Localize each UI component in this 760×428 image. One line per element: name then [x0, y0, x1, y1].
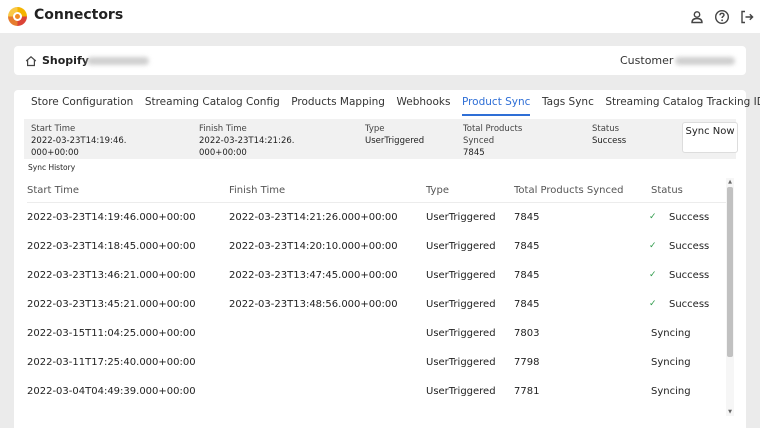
check-icon: ✓	[649, 212, 657, 222]
summary-status: Status Success	[592, 123, 652, 147]
summary-total-value: 7845	[463, 148, 485, 158]
column-header-type: Type	[426, 185, 449, 196]
row-type: UserTriggered	[426, 386, 496, 397]
table-row[interactable]: 2022-03-23T14:18:45.000+00:00 2022-03-23…	[27, 233, 727, 262]
scroll-down-arrow-icon[interactable]: ▼	[726, 408, 734, 416]
summary-type-label: Type	[365, 124, 385, 134]
summary-start-time: Start Time 2022-03-23T14:19:46.000+00:00	[31, 123, 151, 159]
summary-status-value: Success	[592, 136, 627, 146]
latest-sync-summary: Start Time 2022-03-23T14:19:46.000+00:00…	[24, 119, 738, 159]
row-status: Success	[669, 212, 710, 223]
row-status: Success	[669, 299, 710, 310]
row-status: Success	[669, 241, 710, 252]
row-total: 7845	[514, 299, 540, 310]
summary-type-value: UserTriggered	[365, 136, 425, 146]
row-start-time: 2022-03-11T17:25:40.000+00:00	[27, 357, 196, 368]
app-title: Connectors	[34, 7, 124, 23]
check-icon: ✓	[649, 270, 657, 280]
tab-streaming-catalog-tracking-ids[interactable]: Streaming Catalog Tracking ID's	[605, 96, 760, 116]
row-status: Syncing	[651, 357, 691, 368]
home-icon[interactable]	[25, 55, 37, 67]
row-type: UserTriggered	[426, 328, 496, 339]
table-row[interactable]: 2022-03-23T14:19:46.000+00:00 2022-03-23…	[27, 204, 727, 233]
check-icon: ✓	[649, 299, 657, 309]
row-start-time: 2022-03-23T13:45:21.000+00:00	[27, 299, 196, 310]
summary-status-label: Status	[592, 124, 620, 134]
redacted-store-id	[87, 57, 149, 65]
sync-history-label: Sync History	[28, 163, 76, 172]
summary-finish-time-value: 2022-03-23T14:21:26.000+00:00	[199, 136, 295, 158]
table-scrollbar[interactable]: ▲ ▼	[726, 178, 734, 416]
check-icon: ✓	[649, 241, 657, 251]
row-start-time: 2022-03-15T11:04:25.000+00:00	[27, 328, 196, 339]
table-header: Start Time Finish Time Type Total Produc…	[27, 176, 727, 203]
row-type: UserTriggered	[426, 241, 496, 252]
scroll-up-arrow-icon[interactable]: ▲	[726, 178, 734, 186]
tab-bar: Store Configuration Streaming Catalog Co…	[31, 96, 760, 116]
customer-label: Customer	[620, 54, 674, 67]
row-start-time: 2022-03-23T14:19:46.000+00:00	[27, 212, 196, 223]
column-header-status: Status	[651, 185, 683, 196]
table-row[interactable]: 2022-03-23T13:45:21.000+00:00 2022-03-23…	[27, 291, 727, 320]
row-total: 7781	[514, 386, 540, 397]
row-status: Syncing	[651, 386, 691, 397]
summary-finish-time-label: Finish Time	[199, 124, 247, 134]
column-header-total: Total Products Synced	[514, 185, 624, 196]
tab-streaming-catalog-config[interactable]: Streaming Catalog Config	[145, 96, 280, 116]
store-header: Shopify Customer	[14, 46, 746, 75]
row-total: 7845	[514, 212, 540, 223]
summary-start-time-value: 2022-03-23T14:19:46.000+00:00	[31, 136, 127, 158]
table-row[interactable]: 2022-03-04T04:49:39.000+00:00 UserTrigge…	[27, 378, 727, 407]
row-total: 7798	[514, 357, 540, 368]
row-status: Success	[669, 270, 710, 281]
row-finish-time: 2022-03-23T13:47:45.000+00:00	[229, 270, 398, 281]
sync-now-button[interactable]: Sync Now	[682, 122, 738, 153]
row-finish-time: 2022-03-23T13:48:56.000+00:00	[229, 299, 398, 310]
store-name: Shopify	[42, 54, 89, 67]
summary-type: Type UserTriggered	[365, 123, 455, 147]
summary-total: Total Products Synced 7845	[463, 123, 543, 159]
logout-icon[interactable]	[739, 9, 755, 25]
app-logo	[8, 7, 27, 26]
table-row[interactable]: 2022-03-15T11:04:25.000+00:00 UserTrigge…	[27, 320, 727, 349]
row-start-time: 2022-03-23T13:46:21.000+00:00	[27, 270, 196, 281]
row-start-time: 2022-03-23T14:18:45.000+00:00	[27, 241, 196, 252]
help-icon[interactable]	[714, 9, 730, 25]
row-total: 7845	[514, 241, 540, 252]
row-type: UserTriggered	[426, 270, 496, 281]
summary-total-label: Total Products Synced	[463, 124, 523, 146]
tab-tags-sync[interactable]: Tags Sync	[542, 96, 594, 116]
scrollbar-thumb[interactable]	[727, 187, 733, 357]
summary-finish-time: Finish Time 2022-03-23T14:21:26.000+00:0…	[199, 123, 319, 159]
row-type: UserTriggered	[426, 299, 496, 310]
top-bar: Connectors	[0, 0, 760, 33]
table-row[interactable]: 2022-03-11T17:25:40.000+00:00 UserTrigge…	[27, 349, 727, 378]
tab-products-mapping[interactable]: Products Mapping	[291, 96, 385, 116]
table-row[interactable]: 2022-03-23T13:46:21.000+00:00 2022-03-23…	[27, 262, 727, 291]
summary-start-time-label: Start Time	[31, 124, 76, 134]
row-finish-time: 2022-03-23T14:20:10.000+00:00	[229, 241, 398, 252]
row-start-time: 2022-03-04T04:49:39.000+00:00	[27, 386, 196, 397]
tab-store-configuration[interactable]: Store Configuration	[31, 96, 133, 116]
main-panel: Store Configuration Streaming Catalog Co…	[14, 90, 760, 428]
user-icon[interactable]	[689, 9, 705, 25]
row-total: 7803	[514, 328, 540, 339]
tab-webhooks[interactable]: Webhooks	[396, 96, 450, 116]
column-header-start-time: Start Time	[27, 185, 80, 196]
tab-product-sync[interactable]: Product Sync	[461, 96, 531, 116]
row-finish-time: 2022-03-23T14:21:26.000+00:00	[229, 212, 398, 223]
row-type: UserTriggered	[426, 357, 496, 368]
row-type: UserTriggered	[426, 212, 496, 223]
row-status: Syncing	[651, 328, 691, 339]
redacted-customer-name	[675, 57, 735, 65]
column-header-finish-time: Finish Time	[229, 185, 286, 196]
row-total: 7845	[514, 270, 540, 281]
